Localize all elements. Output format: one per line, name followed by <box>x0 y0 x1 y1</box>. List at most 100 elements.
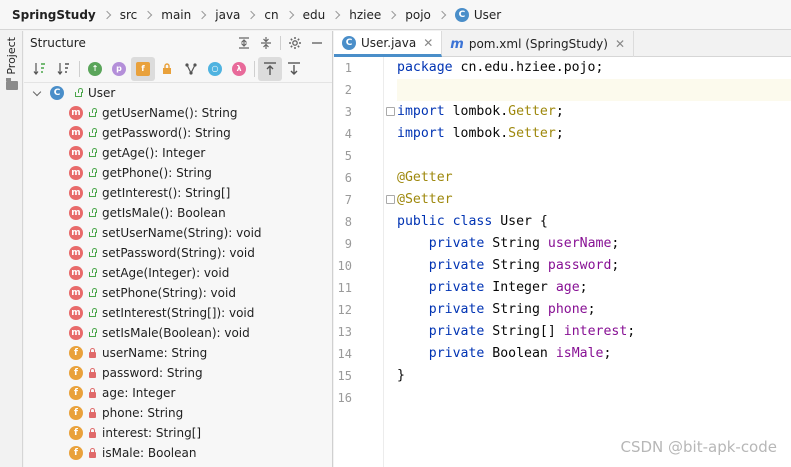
expand-all-icon[interactable] <box>233 32 255 54</box>
tree-item-label: User <box>88 86 116 100</box>
private-lock-icon <box>89 347 96 358</box>
show-non-public-icon[interactable] <box>155 57 179 81</box>
show-lambda-icon[interactable]: λ <box>227 57 251 81</box>
field-icon: f <box>69 346 83 360</box>
private-lock-icon <box>89 407 96 418</box>
method-icon: m <box>69 226 83 240</box>
tree-item-label: isMale: Boolean <box>102 446 197 460</box>
autoscroll-to-source-icon[interactable] <box>258 56 282 81</box>
breadcrumb-separator-icon <box>437 10 447 19</box>
public-access-icon <box>89 308 97 317</box>
public-access-icon <box>89 188 97 197</box>
code-editor: C User.java ✕ m pom.xml (SpringStudy) ✕ … <box>334 31 791 467</box>
method-icon: m <box>69 126 83 140</box>
tree-item-method[interactable]: m setAge(Integer): void <box>24 263 332 283</box>
tree-item-method[interactable]: m setPassword(String): void <box>24 243 332 263</box>
fold-marker-icon[interactable] <box>386 107 395 116</box>
private-lock-icon <box>89 367 96 378</box>
tree-item-method[interactable]: m setUserName(String): void <box>24 223 332 243</box>
code-line: private String phone; <box>428 302 596 317</box>
class-icon: C <box>342 35 356 50</box>
project-tool-button[interactable]: Project <box>2 35 21 129</box>
breadcrumb-item-pojo[interactable]: pojo <box>405 8 431 22</box>
breadcrumb-separator-icon <box>285 10 294 19</box>
expand-arrow-icon[interactable] <box>32 87 42 96</box>
class-icon: C <box>454 7 469 22</box>
public-access-icon <box>89 128 97 137</box>
close-icon[interactable]: ✕ <box>423 36 433 50</box>
line-number: 13 <box>337 325 352 339</box>
private-lock-icon <box>89 427 96 438</box>
field-icon: f <box>69 426 83 440</box>
line-number-gutter: 1 2 3 4 5 6 7 8 9 10 11 12 13 14 15 16 <box>334 57 384 467</box>
breadcrumb-item-main[interactable]: main <box>161 8 191 22</box>
maven-icon: m <box>450 36 464 52</box>
tree-item-method[interactable]: m getInterest(): String[] <box>24 183 332 203</box>
tree-item-field[interactable]: f isMale: Boolean <box>24 443 332 463</box>
line-number: 4 <box>344 127 352 141</box>
public-access-icon <box>89 148 97 157</box>
autoscroll-from-source-icon[interactable] <box>282 57 306 81</box>
sort-by-visibility-icon[interactable] <box>28 57 52 81</box>
tree-item-method[interactable]: m getPhone(): String <box>24 163 332 183</box>
code-line: private Boolean isMale; <box>428 346 612 361</box>
tree-item-method[interactable]: m getPassword(): String <box>24 123 332 143</box>
tree-item-method[interactable]: m getAge(): Integer <box>24 143 332 163</box>
line-number: 7 <box>344 193 352 207</box>
tab-pom-xml[interactable]: m pom.xml (SpringStudy) ✕ <box>442 31 635 57</box>
tree-item-method[interactable]: m getIsMale(): Boolean <box>24 203 332 223</box>
tab-user-java[interactable]: C User.java ✕ <box>334 31 443 57</box>
show-fields-icon[interactable]: f <box>131 56 155 81</box>
tree-item-label: getPhone(): String <box>102 166 212 180</box>
code-line: public class User { <box>397 214 548 229</box>
breadcrumb-item-java[interactable]: java <box>215 8 240 22</box>
tree-item-field[interactable]: f userName: String <box>24 343 332 363</box>
method-icon: m <box>69 146 83 160</box>
gear-icon[interactable] <box>284 32 306 54</box>
breadcrumb-item-user[interactable]: C User <box>454 7 501 22</box>
tree-item-field[interactable]: f interest: String[] <box>24 423 332 443</box>
breadcrumb-item-cn[interactable]: cn <box>264 8 278 22</box>
minimize-icon[interactable] <box>306 32 328 54</box>
line-number: 15 <box>337 369 352 383</box>
project-tool-label: Project <box>5 37 18 75</box>
method-icon: m <box>69 266 83 280</box>
tree-item-field[interactable]: f phone: String <box>24 403 332 423</box>
breadcrumb-separator-icon <box>144 10 153 19</box>
tree-item-method[interactable]: m setIsMale(Boolean): void <box>24 323 332 343</box>
show-properties-icon[interactable]: p <box>107 57 131 81</box>
close-icon[interactable]: ✕ <box>615 37 625 51</box>
code-area[interactable]: 1 2 3 4 5 6 7 8 9 10 11 12 13 14 15 16 p… <box>334 57 791 467</box>
tree-item-method[interactable]: m setPhone(String): void <box>24 283 332 303</box>
tree-item-label: age: Integer <box>102 386 176 400</box>
sort-alphabetically-icon[interactable] <box>52 57 76 81</box>
watermark: CSDN @bit-apk-code <box>620 438 777 456</box>
folder-icon <box>5 77 18 90</box>
breadcrumb-item-edu[interactable]: edu <box>303 8 326 22</box>
line-number: 11 <box>337 281 352 295</box>
collapse-all-icon[interactable] <box>255 32 277 54</box>
tree-item-field[interactable]: f password: String <box>24 363 332 383</box>
breadcrumb-separator-icon <box>102 10 111 19</box>
breadcrumb-item-src[interactable]: src <box>120 8 138 22</box>
breadcrumb-item-project[interactable]: SpringStudy <box>12 8 96 22</box>
tree-item-method[interactable]: m getUserName(): String <box>24 103 332 123</box>
structure-toolbar: ↑ p f ○ λ <box>24 55 332 83</box>
structure-header-actions <box>233 31 328 55</box>
tree-item-label: getAge(): Integer <box>102 146 206 160</box>
tree-item-field[interactable]: f age: Integer <box>24 383 332 403</box>
public-access-icon <box>89 328 97 337</box>
structure-panel: Structure ↑ p f ○ λ C User m getUserName… <box>24 31 333 467</box>
code-line: } <box>397 368 405 383</box>
tree-item-method[interactable]: m setInterest(String[]): void <box>24 303 332 323</box>
code-line: private String[] interest; <box>428 324 636 339</box>
show-inherited-icon[interactable]: ↑ <box>83 57 107 81</box>
show-anonymous-icon[interactable]: ○ <box>203 57 227 81</box>
tree-root-user[interactable]: C User <box>24 83 332 103</box>
breadcrumb-item-hziee[interactable]: hziee <box>349 8 381 22</box>
show-lambdas-tree-icon[interactable] <box>179 57 203 81</box>
code-line: private String userName; <box>428 236 620 251</box>
code-line: package cn.edu.hziee.pojo; <box>397 60 604 75</box>
tree-item-label: setUserName(String): void <box>102 226 262 240</box>
fold-marker-icon[interactable] <box>386 195 395 204</box>
